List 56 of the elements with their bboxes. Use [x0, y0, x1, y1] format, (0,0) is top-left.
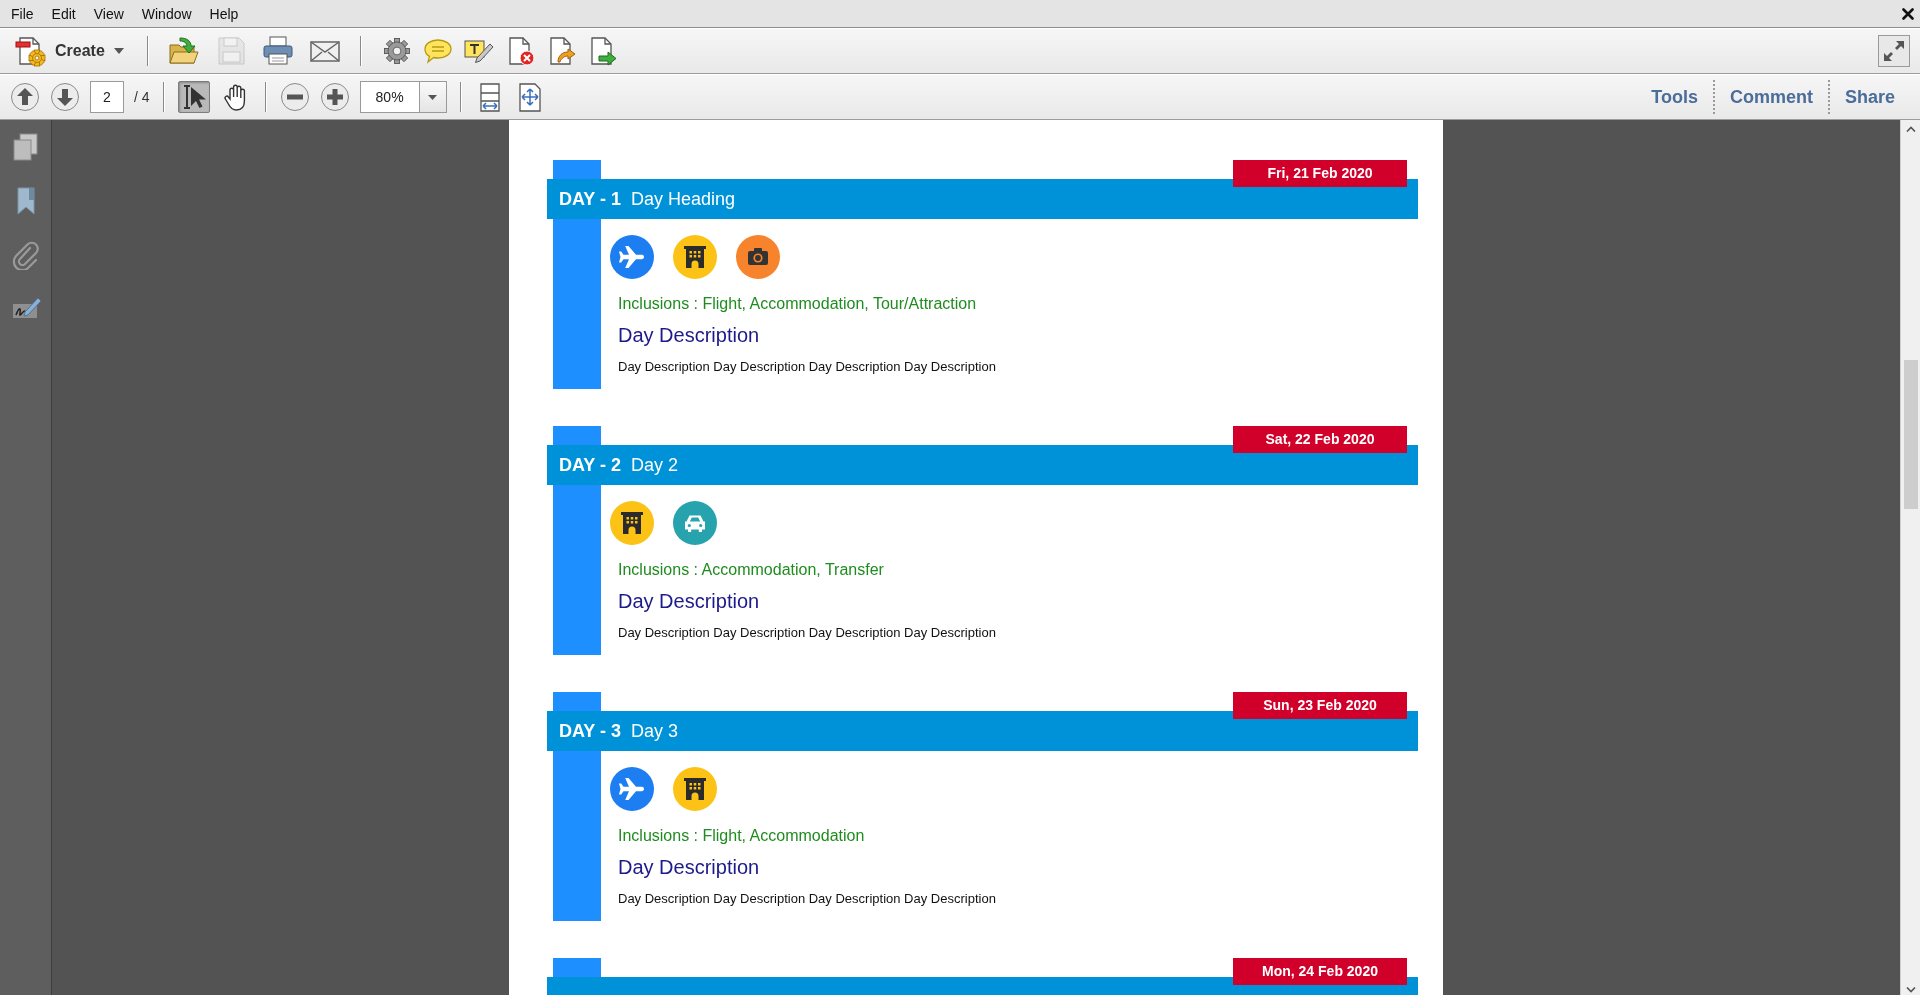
description-heading: Day Description [618, 589, 761, 614]
description-heading: Day Description [618, 323, 761, 348]
date-badge: Mon, 24 Feb 2020 [1233, 958, 1407, 985]
description-text: Day Description Day Description Day Description Day Description [618, 358, 997, 376]
airplane-icon [610, 235, 654, 279]
close-icon[interactable] [1902, 7, 1914, 20]
scroll-up-icon[interactable] [1905, 126, 1916, 132]
expand-icon[interactable] [1878, 35, 1910, 67]
scrollbar-thumb[interactable] [1903, 360, 1918, 509]
create-button[interactable]: Create [12, 35, 128, 67]
pane-link[interactable]: Tools [1636, 83, 1713, 111]
menu-item[interactable]: Edit [42, 3, 85, 24]
day-title: Day 2 [631, 453, 679, 477]
pages-icon[interactable] [10, 132, 41, 162]
caret-icon [113, 48, 124, 54]
description-heading: Day Description [618, 855, 761, 880]
zoom-out-icon[interactable] [279, 82, 310, 112]
day-title: Day Heading [631, 187, 736, 211]
menu-item[interactable]: View [84, 3, 133, 24]
day-number: DAY - 3 [559, 719, 622, 743]
description-text: Day Description Day Description Day Description Day Description [618, 890, 997, 908]
zoom-in-icon[interactable] [319, 82, 350, 112]
next-page-icon[interactable] [50, 82, 80, 112]
folder-arrow-icon[interactable] [167, 35, 200, 67]
building-icon [610, 501, 654, 545]
airplane-icon [610, 767, 654, 811]
select-tool-button[interactable] [177, 81, 210, 113]
menu-item[interactable]: File [2, 3, 43, 24]
date-badge: Fri, 21 Feb 2020 [1233, 160, 1407, 187]
inclusions-text: Inclusions : Accommodation, Transfer [618, 560, 885, 580]
car-icon [673, 501, 717, 545]
day-title: Day 3 [631, 719, 679, 743]
page-count: / 4 [134, 87, 150, 107]
date-badge: Sun, 23 Feb 2020 [1233, 692, 1407, 719]
day-number: DAY - 1 [559, 187, 622, 211]
scroll-down-icon[interactable] [1905, 987, 1916, 993]
page-number-field[interactable]: 2 [90, 81, 124, 113]
zoom-dropdown-button[interactable] [419, 81, 447, 113]
previous-page-icon[interactable] [10, 82, 40, 112]
building-icon [673, 235, 717, 279]
pane-link[interactable]: Comment [1714, 83, 1828, 111]
camera-icon [736, 235, 780, 279]
document-new-icon [14, 35, 46, 67]
zoom-field[interactable]: 80% [359, 81, 420, 113]
day-number: DAY - 2 [559, 453, 622, 477]
date-badge: Sat, 22 Feb 2020 [1233, 426, 1407, 453]
inclusions-text: Inclusions : Flight, Accommodation, Tour/Attraction [618, 294, 978, 314]
inclusions-text: Inclusions : Flight, Accommodation [618, 826, 866, 846]
description-text: Day Description Day Description Day Description Day Description [618, 624, 997, 642]
pane-link[interactable]: Share [1829, 83, 1910, 111]
menu-item[interactable]: Help [200, 3, 248, 24]
caret-icon [428, 94, 438, 100]
printer-icon[interactable] [261, 35, 294, 67]
paperclip-icon[interactable] [10, 240, 41, 270]
menu-item[interactable]: Window [132, 3, 201, 24]
building-icon [673, 767, 717, 811]
